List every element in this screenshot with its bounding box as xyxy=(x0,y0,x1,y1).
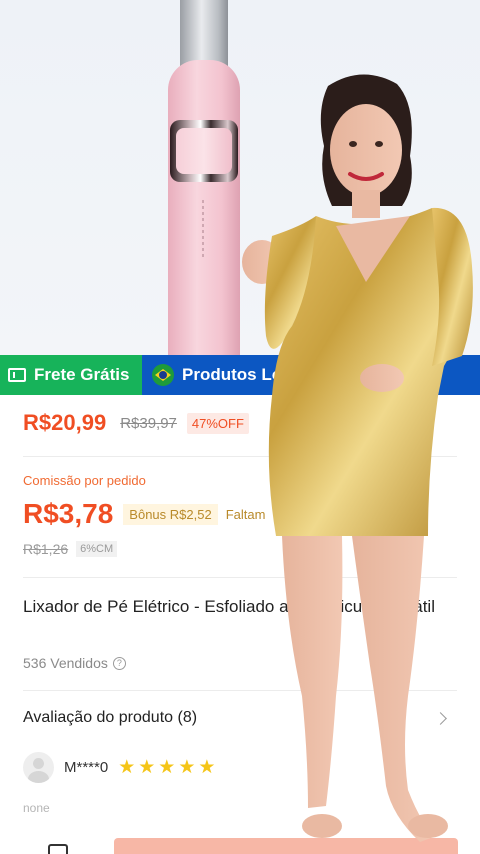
star-icon: ★ xyxy=(198,757,216,778)
help-icon[interactable]: ? xyxy=(112,656,126,670)
commission-rate-badge: 6%CM xyxy=(76,541,118,557)
commission-row: R$3,78 Bônus R$2,52 Faltam xyxy=(23,498,265,530)
product-rating-header[interactable]: Avaliação do produto (8) xyxy=(23,709,457,727)
badge-bar: Frete Grátis Produtos Loc xyxy=(0,355,480,395)
product-title: Lixador de Pé Elétrico - Esfoliado a C P… xyxy=(23,597,435,616)
sold-count: 536 Vendidos ? xyxy=(23,655,126,671)
review-text: none xyxy=(23,801,50,815)
star-icon: ★ xyxy=(178,757,196,778)
local-products-label: Produtos Loc xyxy=(182,365,292,384)
discount-badge: 47%OFF xyxy=(186,412,249,434)
bonus-badge: Bônus R$2,52 xyxy=(123,503,218,525)
commission-old-value: R$1,26 xyxy=(23,541,69,557)
divider xyxy=(23,690,457,691)
local-products-badge: Produtos Loc xyxy=(142,355,480,395)
brazil-flag-icon xyxy=(152,364,174,386)
sold-count-label: 536 Vendidos xyxy=(23,655,108,671)
current-price: R$20,99 xyxy=(23,410,107,435)
faltam-text: Faltam xyxy=(225,506,266,522)
divider xyxy=(23,456,457,457)
star-icon: ★ xyxy=(158,757,176,778)
ticket-icon xyxy=(8,368,26,382)
primary-action-button[interactable] xyxy=(114,838,458,854)
rating-heading: Avaliação do produto (8) xyxy=(23,709,198,726)
star-icon: ★ xyxy=(118,757,136,778)
reviewer-name: M****0 xyxy=(64,759,109,776)
commission-value: R$3,78 xyxy=(23,498,114,529)
review-row: M****0 ★ ★ ★ ★ ★ xyxy=(23,752,218,783)
chevron-right-icon[interactable] xyxy=(434,711,447,725)
price-row: R$20,99 R$39,97 47%OFF xyxy=(23,410,249,436)
foot-file-device-image xyxy=(166,0,242,356)
star-rating: ★ ★ ★ ★ ★ xyxy=(118,756,218,779)
star-icon: ★ xyxy=(138,757,156,778)
commission-sub-row: R$1,26 6%CM xyxy=(23,541,118,557)
shop-icon[interactable] xyxy=(48,844,68,854)
free-shipping-label: Frete Grátis xyxy=(34,365,130,384)
free-shipping-badge: Frete Grátis xyxy=(0,355,142,395)
original-price: R$39,97 xyxy=(120,414,177,432)
product-image[interactable] xyxy=(0,0,480,356)
avatar xyxy=(23,752,54,783)
bottom-action-bar xyxy=(0,834,480,854)
commission-label: Comissão por pedido xyxy=(23,473,146,488)
divider xyxy=(23,577,457,578)
